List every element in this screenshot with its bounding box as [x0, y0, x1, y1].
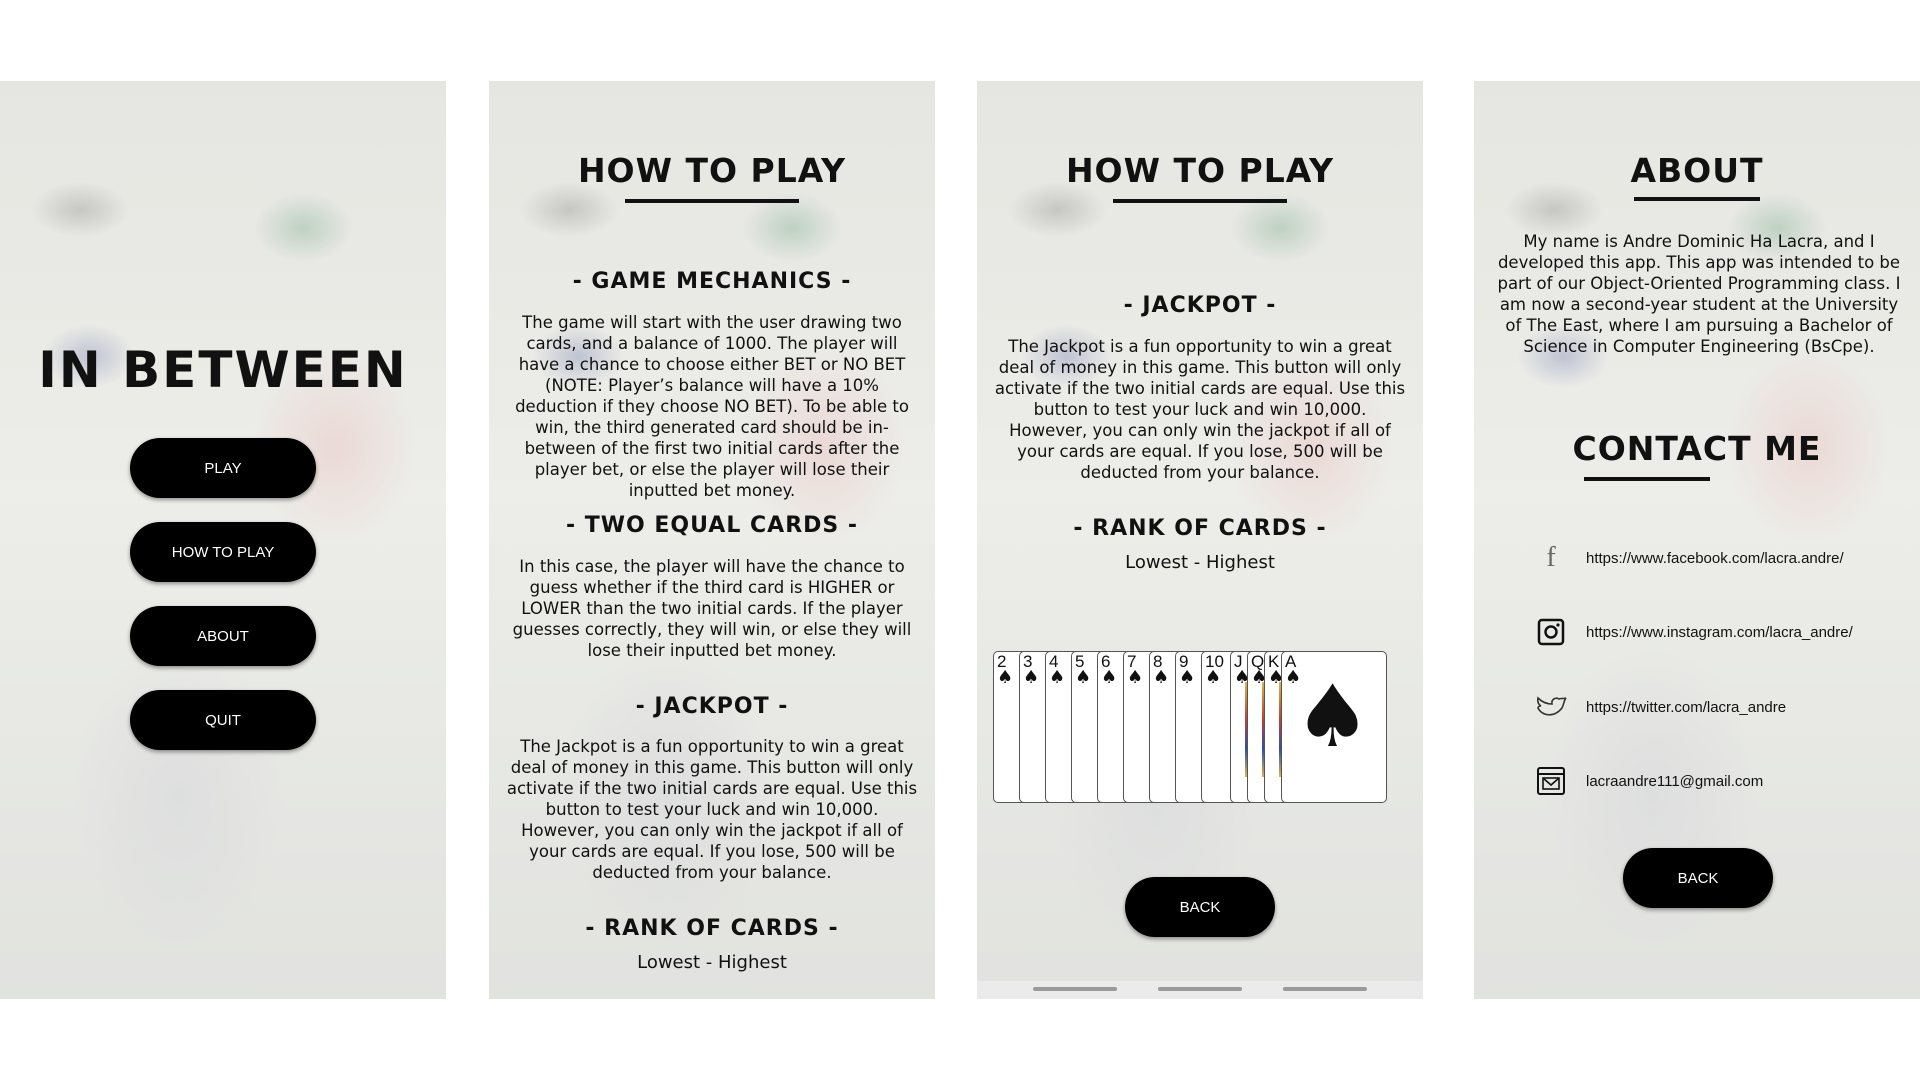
spade-icon: ♠: [1101, 667, 1118, 688]
section-body: The game will start with the user drawin…: [515, 313, 909, 500]
facebook-icon: f: [1546, 542, 1556, 573]
instagram-link[interactable]: https://www.instagram.com/lacra_andre/: [1534, 612, 1853, 652]
card-rank-fan: 2 ♠ 3 ♠ 4 ♠ 5 ♠ 6 ♠ 7 ♠ 8 ♠ 9 ♠ 10 ♠ J ♠ Q ♠ K ♠ A ♠ ♠: [993, 651, 1407, 805]
about-button[interactable]: ABOUT: [130, 606, 316, 666]
section-heading: - RANK OF CARDS -: [1073, 516, 1327, 541]
how-to-play-button[interactable]: HOW TO PLAY: [130, 522, 316, 582]
section-body: The Jackpot is a fun opportunity to win …: [994, 337, 1406, 482]
quit-button[interactable]: QUIT: [130, 690, 316, 750]
twitter-link[interactable]: https://twitter.com/lacra_andre: [1534, 687, 1786, 727]
email-link[interactable]: lacraandre111@gmail.com: [1534, 761, 1763, 801]
page-title: ABOUT: [1630, 151, 1764, 190]
section-body: In this case, the player will have the c…: [512, 557, 912, 660]
twitter-icon: [1534, 690, 1568, 724]
how-to-play-screen: HOW TO PLAY - GAME MECHANICS - The game …: [489, 81, 935, 999]
spade-icon: ♠: [1023, 667, 1040, 688]
contact-title: CONTACT ME: [1572, 429, 1822, 468]
section-body: Lowest - Highest: [637, 952, 787, 973]
instagram-url: https://www.instagram.com/lacra_andre/: [1586, 623, 1853, 641]
spade-icon: ♠: [997, 667, 1014, 688]
page-title: HOW TO PLAY: [1065, 151, 1335, 190]
section-heading: - JACKPOT -: [1123, 293, 1277, 318]
about-text: My name is Andre Dominic Ha Lacra, and I…: [1497, 232, 1901, 356]
section-heading: - RANK OF CARDS -: [585, 916, 839, 941]
page-title: HOW TO PLAY: [577, 151, 847, 190]
how-to-play-screen-2: HOW TO PLAY - JACKPOT - The Jackpot is a…: [977, 81, 1423, 999]
spade-icon: ♠: [1127, 667, 1144, 688]
section-body: The Jackpot is a fun opportunity to win …: [506, 737, 918, 882]
section-heading: - GAME MECHANICS -: [572, 269, 852, 294]
large-spade-icon: ♠: [1294, 667, 1372, 767]
facebook-link[interactable]: f https://www.facebook.com/lacra.andre/: [1534, 538, 1844, 578]
game-title: IN BETWEEN: [38, 341, 408, 399]
contact-underline: [1584, 477, 1710, 481]
back-button[interactable]: BACK: [1623, 848, 1773, 908]
about-screen: ABOUT My name is Andre Dominic Ha Lacra,…: [1474, 81, 1920, 999]
back-button[interactable]: BACK: [1125, 877, 1275, 937]
spade-icon: ♠: [1049, 667, 1066, 688]
title-underline: [625, 199, 799, 203]
spade-icon: ♠: [1179, 667, 1196, 688]
facebook-url: https://www.facebook.com/lacra.andre/: [1586, 549, 1844, 567]
title-underline: [1113, 199, 1287, 203]
title-underline: [1634, 197, 1760, 201]
twitter-url: https://twitter.com/lacra_andre: [1586, 698, 1787, 716]
section-heading: - TWO EQUAL CARDS -: [565, 513, 859, 538]
section-body: Lowest - Highest: [1125, 552, 1275, 573]
navigation-bar: [977, 981, 1423, 999]
spade-icon: ♠: [1075, 667, 1092, 688]
instagram-icon: [1534, 615, 1568, 649]
play-button[interactable]: PLAY: [130, 438, 316, 498]
spade-icon: ♠: [1153, 667, 1170, 688]
main-menu-screen: IN BETWEEN PLAY HOW TO PLAY ABOUT QUIT: [0, 81, 446, 999]
section-heading: - JACKPOT -: [635, 694, 789, 719]
spade-icon: ♠: [1205, 667, 1222, 688]
email-address: lacraandre111@gmail.com: [1586, 772, 1764, 790]
mail-icon: [1534, 764, 1568, 798]
card-a: A ♠ ♠: [1281, 651, 1387, 803]
